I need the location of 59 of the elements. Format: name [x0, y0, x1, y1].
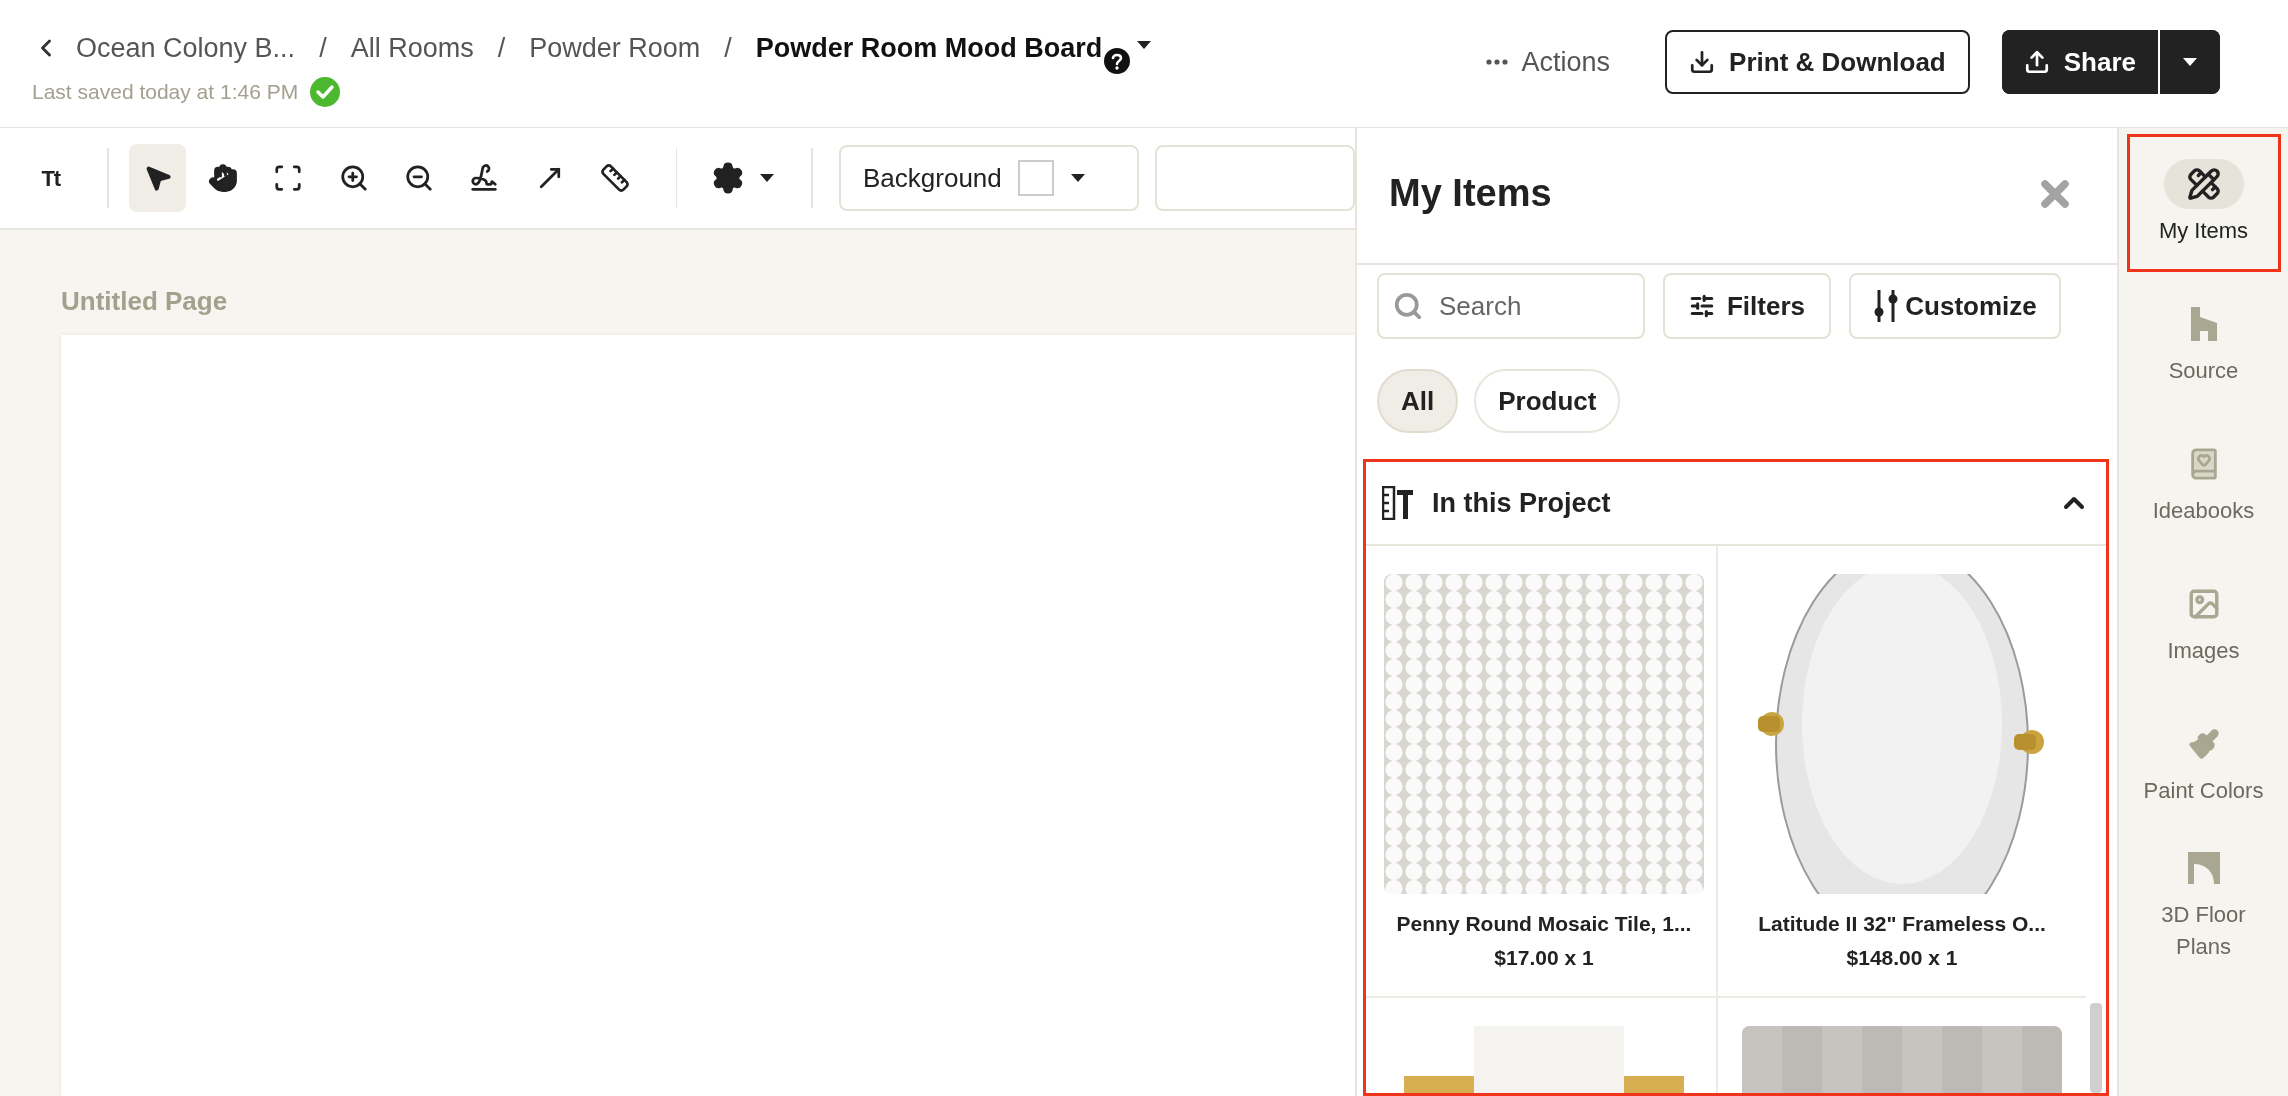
caret-icon [1136, 40, 1153, 50]
filters-button[interactable]: Filters [1663, 273, 1831, 339]
caret-icon [759, 173, 776, 183]
search-icon [1393, 291, 1423, 321]
help-icon[interactable] [1104, 48, 1131, 74]
product-name: Latitude II 32" Frameless O... [1758, 911, 2046, 937]
sidebar-item[interactable]: Paint Colors [2126, 694, 2281, 832]
breadcrumb-separator: / [497, 31, 506, 65]
last-saved-text: Last saved today at 1:46 PM [32, 79, 299, 105]
breadcrumb-separator: / [724, 31, 732, 65]
pen-icon [469, 163, 500, 193]
breadcrumb-separator: / [319, 31, 327, 65]
breadcrumb-link[interactable]: Powder Room [529, 27, 701, 69]
product-name: Penny Round Mosaic Tile, 1... [1396, 911, 1692, 937]
breadcrumb-link[interactable]: Ocean Colony B... [76, 27, 296, 69]
ruler-icon [599, 163, 630, 193]
hand-icon [208, 163, 238, 193]
filter-chip[interactable]: All [1377, 369, 1459, 433]
section-header[interactable]: In this Project [1366, 462, 2106, 546]
filter-chip[interactable]: Product [1474, 369, 1621, 433]
scrollbar-thumb[interactable] [2090, 1003, 2102, 1093]
caret-icon [2182, 57, 2198, 67]
caret-icon [1069, 173, 1086, 183]
product-card[interactable]: Penny Round Mosaic Tile, 1... $17.00 x 1 [1366, 546, 1718, 998]
page-title: Untitled Page [61, 285, 229, 318]
product-price: $17.00 x 1 [1494, 944, 1594, 971]
check-icon [310, 76, 341, 107]
zoom-in-icon [338, 163, 369, 193]
select-tool[interactable] [129, 144, 187, 212]
more-icon [1485, 59, 1508, 65]
zoom-out-icon [404, 163, 434, 193]
paintbrush-icon [2187, 728, 2220, 760]
print-download-button[interactable]: Print & Download [1665, 30, 1970, 94]
fit-screen-icon [273, 163, 304, 193]
sidebar-item[interactable]: 3D Floor Plans [2126, 834, 2281, 972]
product-card[interactable]: Latitude II 32" Frameless O... $148.00 x 1 [1718, 546, 2086, 998]
adjust-icon [1873, 290, 1900, 322]
actions-button[interactable]: Actions [1485, 41, 1611, 83]
panel-title: My Items [1389, 171, 1552, 216]
sidebar-item[interactable]: Images [2126, 554, 2281, 692]
download-icon [1689, 49, 1716, 75]
sidebar-item[interactable]: Ideabooks [2126, 414, 2281, 552]
text-tool[interactable]: Tt [22, 144, 80, 212]
search-field[interactable]: Search [1377, 273, 1645, 339]
background-button[interactable]: Background [839, 145, 1139, 211]
pencil-ruler-icon [2186, 167, 2221, 201]
color-swatch [1017, 160, 1054, 196]
breadcrumb-link[interactable]: All Rooms [350, 27, 474, 69]
sliders-icon [1689, 293, 1715, 319]
floor-plan-icon [2187, 852, 2220, 884]
product-price: $148.00 x 1 [1846, 944, 1958, 971]
sidebar-item[interactable]: My Items [2126, 134, 2281, 272]
tools-icon [1382, 486, 1414, 520]
share-icon [2023, 49, 2050, 75]
board-title: Powder Room Mood Board [755, 31, 1103, 65]
customize-button[interactable]: Customize [1849, 273, 2061, 339]
share-menu-button[interactable] [2158, 30, 2220, 94]
sidebar-item[interactable]: Source [2126, 274, 2281, 412]
house-icon [2188, 307, 2219, 341]
